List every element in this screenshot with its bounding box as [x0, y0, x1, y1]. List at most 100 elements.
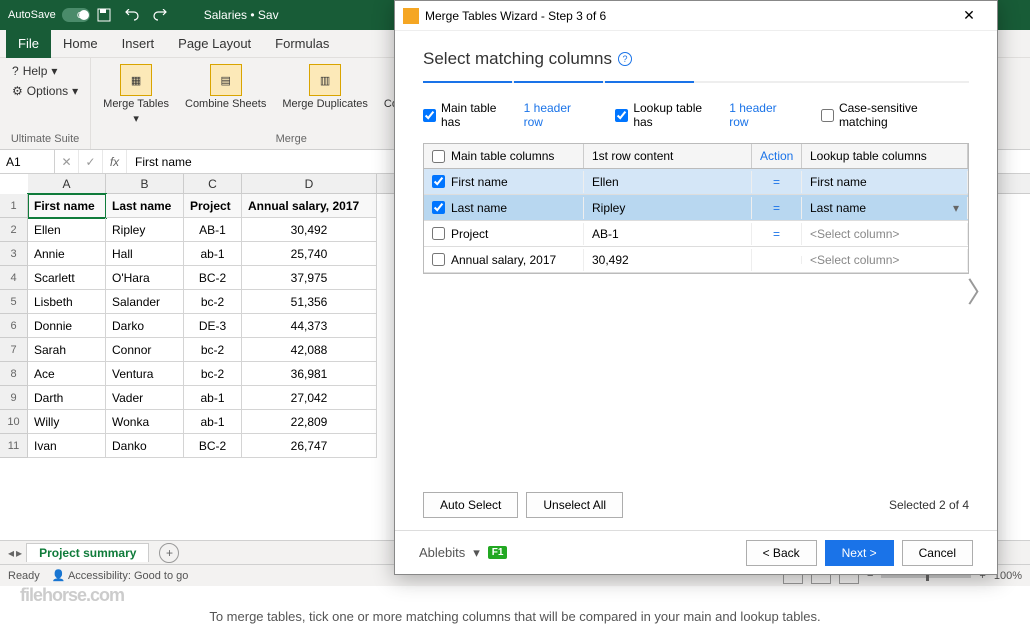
cell[interactable]: bc-2	[184, 290, 242, 314]
auto-select-button[interactable]: Auto Select	[423, 492, 518, 518]
cell[interactable]: Project	[184, 194, 242, 218]
cell[interactable]: Wonka	[106, 410, 184, 434]
cell[interactable]: BC-2	[184, 434, 242, 458]
cell[interactable]: 30,492	[242, 218, 377, 242]
cell[interactable]: 27,042	[242, 386, 377, 410]
cell[interactable]: Ace	[28, 362, 106, 386]
tab-nav[interactable]: ◂▸	[8, 546, 22, 560]
cell[interactable]: BC-2	[184, 266, 242, 290]
row-header[interactable]: 1	[0, 194, 28, 218]
new-sheet-button[interactable]: +	[159, 543, 179, 563]
column-header[interactable]: C	[184, 174, 242, 193]
cell[interactable]: Ventura	[106, 362, 184, 386]
row-header[interactable]: 6	[0, 314, 28, 338]
cell[interactable]: Danko	[106, 434, 184, 458]
cell[interactable]: Donnie	[28, 314, 106, 338]
cell[interactable]: bc-2	[184, 338, 242, 362]
cell[interactable]: 25,740	[242, 242, 377, 266]
cell[interactable]: 51,356	[242, 290, 377, 314]
cell[interactable]: ab-1	[184, 386, 242, 410]
cancel-button[interactable]: Cancel	[902, 540, 973, 566]
cell[interactable]: 22,809	[242, 410, 377, 434]
cell[interactable]: Ellen	[28, 218, 106, 242]
cell[interactable]: ab-1	[184, 242, 242, 266]
tab-insert[interactable]: Insert	[110, 30, 167, 58]
row-header[interactable]: 2	[0, 218, 28, 242]
toggle-switch[interactable]: On	[62, 8, 90, 22]
cell[interactable]: Annie	[28, 242, 106, 266]
cell[interactable]: Scarlett	[28, 266, 106, 290]
lookup-header-link[interactable]: 1 header row	[729, 101, 799, 129]
row-header[interactable]: 11	[0, 434, 28, 458]
row-header[interactable]: 5	[0, 290, 28, 314]
tab-page-layout[interactable]: Page Layout	[166, 30, 263, 58]
row-header[interactable]: 4	[0, 266, 28, 290]
main-header-link[interactable]: 1 header row	[524, 101, 594, 129]
next-arrow-icon[interactable]: 〉	[967, 271, 995, 311]
column-map-row[interactable]: Last nameRipley=Last name▾	[424, 195, 968, 221]
sheet-tab[interactable]: Project summary	[26, 543, 149, 562]
cancel-icon[interactable]: ✕	[55, 150, 79, 173]
cell[interactable]: bc-2	[184, 362, 242, 386]
tab-home[interactable]: Home	[51, 30, 110, 58]
row-checkbox[interactable]	[432, 175, 445, 188]
column-map-row[interactable]: First nameEllen=First name	[424, 169, 968, 195]
row-header[interactable]: 10	[0, 410, 28, 434]
cell[interactable]: Salander	[106, 290, 184, 314]
lookup-header-checkbox[interactable]: Lookup table has 1 header row	[615, 101, 799, 129]
cell[interactable]: Last name	[106, 194, 184, 218]
cell[interactable]: Vader	[106, 386, 184, 410]
row-checkbox[interactable]	[432, 253, 445, 266]
column-header[interactable]: A	[28, 174, 106, 193]
cell[interactable]: Darko	[106, 314, 184, 338]
tab-file[interactable]: File	[6, 30, 51, 58]
cell[interactable]: ab-1	[184, 410, 242, 434]
fx-icon[interactable]: fx	[103, 150, 127, 173]
cell[interactable]: O'Hara	[106, 266, 184, 290]
cell[interactable]: Ivan	[28, 434, 106, 458]
case-sensitive-checkbox[interactable]: Case-sensitive matching	[821, 101, 969, 129]
cell[interactable]: Annual salary, 2017	[242, 194, 377, 218]
row-header[interactable]: 9	[0, 386, 28, 410]
merge-tables-button[interactable]: ▦Merge Tables▾	[95, 60, 177, 129]
select-all-checkbox[interactable]	[432, 150, 445, 163]
save-icon[interactable]	[94, 5, 114, 25]
next-icon[interactable]: ▸	[16, 546, 22, 560]
column-map-row[interactable]: Annual salary, 201730,492<Select column>	[424, 247, 968, 273]
row-header[interactable]: 7	[0, 338, 28, 362]
row-header[interactable]: 8	[0, 362, 28, 386]
cell[interactable]: DE-3	[184, 314, 242, 338]
cell[interactable]: AB-1	[184, 218, 242, 242]
merge-duplicates-button[interactable]: ▥Merge Duplicates	[274, 60, 376, 114]
unselect-all-button[interactable]: Unselect All	[526, 492, 623, 518]
cell[interactable]: Connor	[106, 338, 184, 362]
close-button[interactable]: ✕	[949, 2, 989, 30]
help-button[interactable]: ?Help▾	[8, 62, 82, 80]
column-map-row[interactable]: ProjectAB-1=<Select column>	[424, 221, 968, 247]
autosave-toggle[interactable]: AutoSave On	[8, 8, 90, 22]
name-box[interactable]: A1	[0, 150, 55, 173]
column-header[interactable]: B	[106, 174, 184, 193]
info-icon[interactable]: ?	[618, 52, 632, 66]
row-checkbox[interactable]	[432, 227, 445, 240]
redo-icon[interactable]	[150, 5, 170, 25]
prev-icon[interactable]: ◂	[8, 546, 14, 560]
cell[interactable]: 42,088	[242, 338, 377, 362]
back-button[interactable]: < Back	[746, 540, 817, 566]
cell[interactable]: 36,981	[242, 362, 377, 386]
column-header[interactable]: D	[242, 174, 377, 193]
next-button[interactable]: Next >	[825, 540, 894, 566]
cell[interactable]: Ripley	[106, 218, 184, 242]
cell[interactable]: Hall	[106, 242, 184, 266]
brand[interactable]: Ablebits▾ F1	[419, 545, 507, 561]
cell[interactable]: First name	[28, 194, 106, 218]
tab-formulas[interactable]: Formulas	[263, 30, 341, 58]
enter-icon[interactable]: ✓	[79, 150, 103, 173]
cell[interactable]: 26,747	[242, 434, 377, 458]
main-header-checkbox[interactable]: Main table has 1 header row	[423, 101, 593, 129]
row-checkbox[interactable]	[432, 201, 445, 214]
cell[interactable]: 37,975	[242, 266, 377, 290]
chevron-down-icon[interactable]: ▾	[953, 201, 959, 215]
cell[interactable]: Sarah	[28, 338, 106, 362]
undo-icon[interactable]	[122, 5, 142, 25]
